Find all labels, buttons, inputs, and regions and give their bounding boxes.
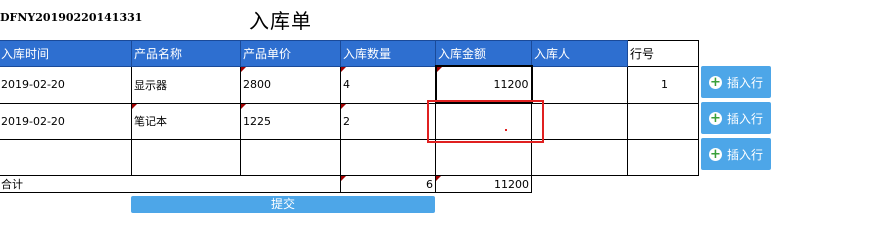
- cell-product[interactable]: [131, 139, 241, 176]
- submit-button[interactable]: 提交: [131, 196, 435, 213]
- insert-row-label: 插入行: [726, 111, 763, 126]
- cell-date[interactable]: [0, 139, 132, 176]
- cell-line[interactable]: [627, 102, 699, 140]
- insert-row-button[interactable]: + 插入行: [701, 102, 771, 134]
- cell-person[interactable]: [531, 139, 628, 176]
- table-row: 2019-02-20 笔记本 1225 2: [0, 102, 699, 140]
- cell-amount[interactable]: [435, 139, 532, 176]
- cell-date[interactable]: 2019-02-20: [0, 102, 132, 140]
- plus-icon: +: [708, 74, 722, 90]
- cell-product[interactable]: 笔记本: [131, 102, 241, 140]
- document-number: DFNY20190220141331: [0, 11, 143, 24]
- cell-price[interactable]: 2800: [240, 65, 341, 104]
- cell-amount[interactable]: 11200: [434, 65, 533, 104]
- stock-in-table: 入库时间 产品名称 产品单价 入库数量 入库金额 入库人 行号 2019-02-…: [0, 40, 699, 193]
- total-qty: 6: [340, 175, 436, 193]
- cell-price[interactable]: [240, 139, 341, 176]
- cell-price[interactable]: 1225: [240, 102, 341, 140]
- table-row: 2019-02-20 显示器 2800 4 11200 1: [0, 65, 699, 104]
- header-row: 入库时间 产品名称 产品单价 入库数量 入库金额 入库人 行号: [0, 40, 699, 67]
- cell-date[interactable]: 2019-02-20: [0, 65, 132, 104]
- total-label: 合计: [0, 175, 341, 193]
- cell-qty[interactable]: 2: [340, 102, 436, 140]
- cell-qty[interactable]: [340, 139, 436, 176]
- col-header-line: 行号: [627, 40, 699, 67]
- col-header-price: 产品单价: [240, 40, 341, 67]
- insert-row-button[interactable]: + 插入行: [701, 66, 771, 98]
- insert-row-label: 插入行: [726, 75, 763, 90]
- col-header-product: 产品名称: [131, 40, 241, 67]
- page-title: 入库单: [249, 9, 312, 33]
- highlight-box: [427, 100, 544, 143]
- col-header-date: 入库时间: [0, 40, 132, 67]
- col-header-amount: 入库金额: [435, 40, 532, 67]
- cell-person[interactable]: [531, 102, 628, 140]
- insert-row-label: 插入行: [726, 147, 763, 162]
- total-amount: 11200: [435, 175, 532, 193]
- cell-qty[interactable]: 4: [340, 65, 436, 104]
- plus-icon: +: [708, 146, 722, 162]
- cell-person[interactable]: [531, 65, 628, 104]
- total-row: 合计 6 11200: [0, 175, 699, 193]
- cursor-dot: [505, 129, 507, 131]
- table-row: [0, 139, 699, 176]
- cell-line[interactable]: 1: [627, 65, 699, 104]
- col-header-qty: 入库数量: [340, 40, 436, 67]
- cell-line[interactable]: [627, 139, 699, 176]
- insert-row-button[interactable]: + 插入行: [701, 138, 771, 170]
- col-header-person: 入库人: [531, 40, 628, 67]
- cell-product[interactable]: 显示器: [131, 65, 241, 104]
- plus-icon: +: [708, 110, 722, 126]
